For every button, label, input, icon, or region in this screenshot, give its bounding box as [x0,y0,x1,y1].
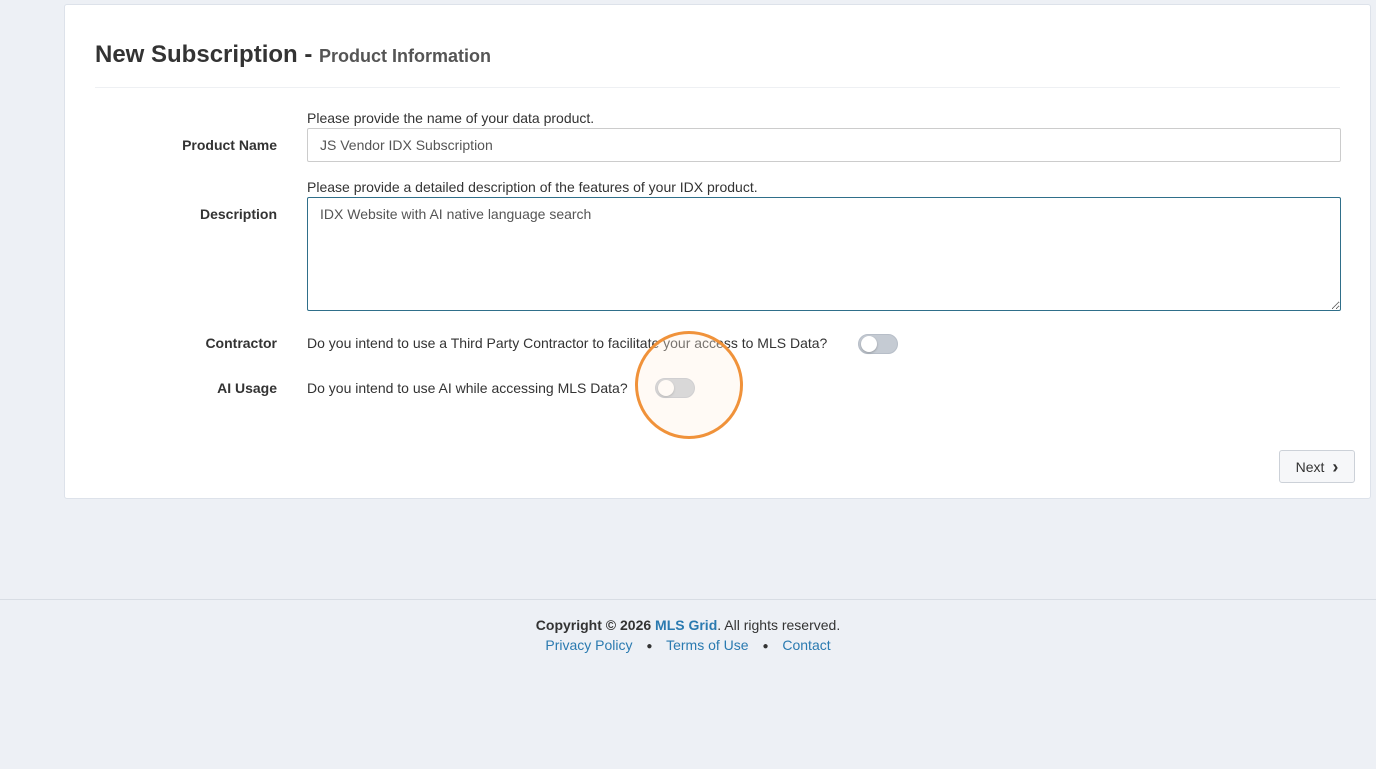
brand-link[interactable]: MLS Grid [655,617,717,633]
contractor-toggle[interactable] [858,334,898,354]
copyright-text: Copyright © 2026 [535,617,652,633]
separator-dot-icon: ● [646,640,653,652]
footer-links: Privacy Policy ● Terms of Use ● Contact [0,637,1376,653]
contractor-question: Do you intend to use a Third Party Contr… [307,335,828,351]
privacy-policy-link[interactable]: Privacy Policy [545,637,632,653]
ai-usage-question: Do you intend to use AI while accessing … [307,380,628,396]
terms-of-use-link[interactable]: Terms of Use [666,637,748,653]
ai-usage-label: AI Usage [217,380,277,396]
footer-copyright: Copyright © 2026 MLS Grid. All rights re… [0,617,1376,633]
description-label: Description [199,206,277,222]
contractor-label: Contractor [205,335,277,351]
product-information-card: New Subscription - Product Information P… [64,4,1371,499]
description-textarea[interactable]: IDX Website with AI native language sear… [307,197,1341,311]
product-name-help: Please provide the name of your data pro… [307,110,595,126]
footer-divider [0,599,1376,600]
next-button-label: Next [1295,458,1325,475]
product-name-input[interactable] [307,128,1341,162]
copyright-suffix: . All rights reserved. [717,617,841,633]
ai-usage-toggle[interactable] [655,378,695,398]
contractor-toggle-knob [861,336,877,352]
product-name-label: Product Name [182,137,277,153]
page-subtitle: Product Information [319,46,492,66]
page-title-main: New Subscription - [95,41,313,68]
separator-dot-icon: ● [762,640,769,652]
header-divider [95,87,1340,88]
page-title: New Subscription - Product Information [95,41,491,69]
chevron-right-icon: › [1332,456,1339,477]
ai-usage-toggle-knob [658,380,674,396]
next-button[interactable]: Next › [1279,450,1355,483]
contact-link[interactable]: Contact [782,637,830,653]
description-help: Please provide a detailed description of… [307,179,758,195]
